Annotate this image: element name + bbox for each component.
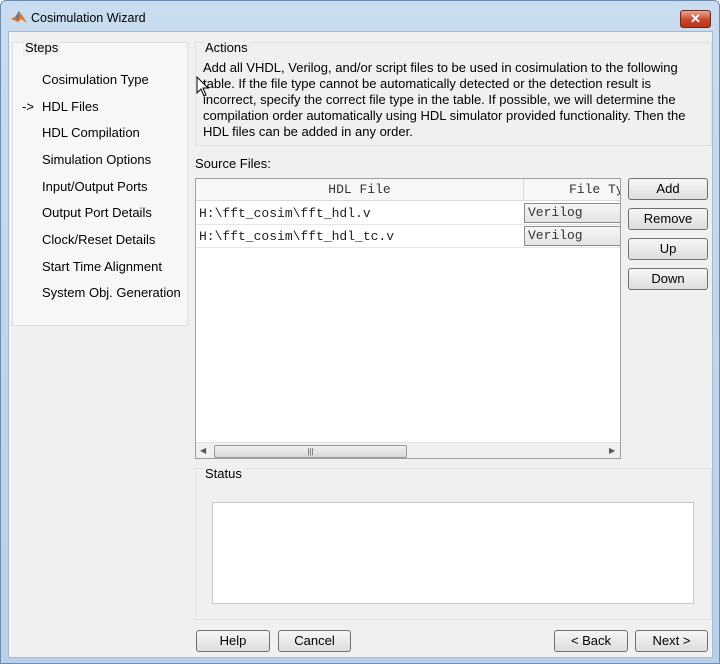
actions-description: Add all VHDL, Verilog, and/or script fil… [203,60,686,139]
step-simulation-options: Simulation Options [42,152,152,167]
column-header-hdl-file[interactable]: HDL File [196,179,524,201]
status-panel: Status [195,466,712,620]
help-button[interactable]: Help [196,630,270,652]
file-path-cell: H:\fft_cosim\fft_hdl_tc.v [199,229,395,244]
scroll-left-icon[interactable]: ◀ [200,446,206,455]
back-button[interactable]: < Back [554,630,628,652]
status-text-area [212,502,694,604]
step-hdl-files: HDL Files [42,99,99,114]
step-start-time-alignment: Start Time Alignment [42,259,162,274]
close-button[interactable]: ✕ [680,10,711,28]
scroll-right-icon[interactable]: ▶ [609,446,615,455]
window-title: Cosimulation Wizard [31,11,146,25]
steps-panel: Steps -> Cosimulation Type HDL Files HDL… [12,40,188,326]
wizard-window: Cosimulation Wizard ✕ Steps -> Cosimulat… [0,0,720,664]
matlab-logo-icon [11,11,27,23]
steps-panel-title: Steps [23,40,61,55]
status-panel-title: Status [203,466,244,481]
actions-panel-title: Actions [203,40,250,55]
table-row[interactable]: H:\fft_cosim\fft_hdl.v Verilog [196,202,620,225]
add-button[interactable]: Add [628,178,708,200]
step-cosimulation-type: Cosimulation Type [42,72,149,87]
next-button[interactable]: Next > [635,630,708,652]
mouse-pointer-icon [196,76,210,97]
up-button[interactable]: Up [628,238,708,260]
actions-panel: Actions Add all VHDL, Verilog, and/or sc… [195,40,712,146]
step-hdl-compilation: HDL Compilation [42,125,140,140]
down-button[interactable]: Down [628,268,708,290]
scrollbar-thumb[interactable]: ||| [214,445,407,458]
table-row[interactable]: H:\fft_cosim\fft_hdl_tc.v Verilog [196,225,620,248]
step-output-port-details: Output Port Details [42,205,152,220]
step-system-obj-generation: System Obj. Generation [42,285,181,300]
cancel-button[interactable]: Cancel [278,630,351,652]
remove-button[interactable]: Remove [628,208,708,230]
source-files-label: Source Files: [195,156,271,171]
horizontal-scrollbar[interactable]: ◀ ||| ▶ [196,442,620,458]
file-path-cell: H:\fft_cosim\fft_hdl.v [199,206,371,221]
source-files-table[interactable]: HDL File File Type H:\fft_cosim\fft_hdl.… [195,178,621,459]
title-bar[interactable]: Cosimulation Wizard ✕ [1,1,719,31]
current-step-marker: -> [22,99,34,114]
column-header-file-type[interactable]: File Type [524,179,620,201]
file-type-dropdown[interactable]: Verilog [524,203,620,223]
file-type-dropdown[interactable]: Verilog [524,226,620,246]
step-clock-reset-details: Clock/Reset Details [42,232,156,247]
wizard-client-area: Steps -> Cosimulation Type HDL Files HDL… [8,31,713,658]
step-input-output-ports: Input/Output Ports [42,179,148,194]
